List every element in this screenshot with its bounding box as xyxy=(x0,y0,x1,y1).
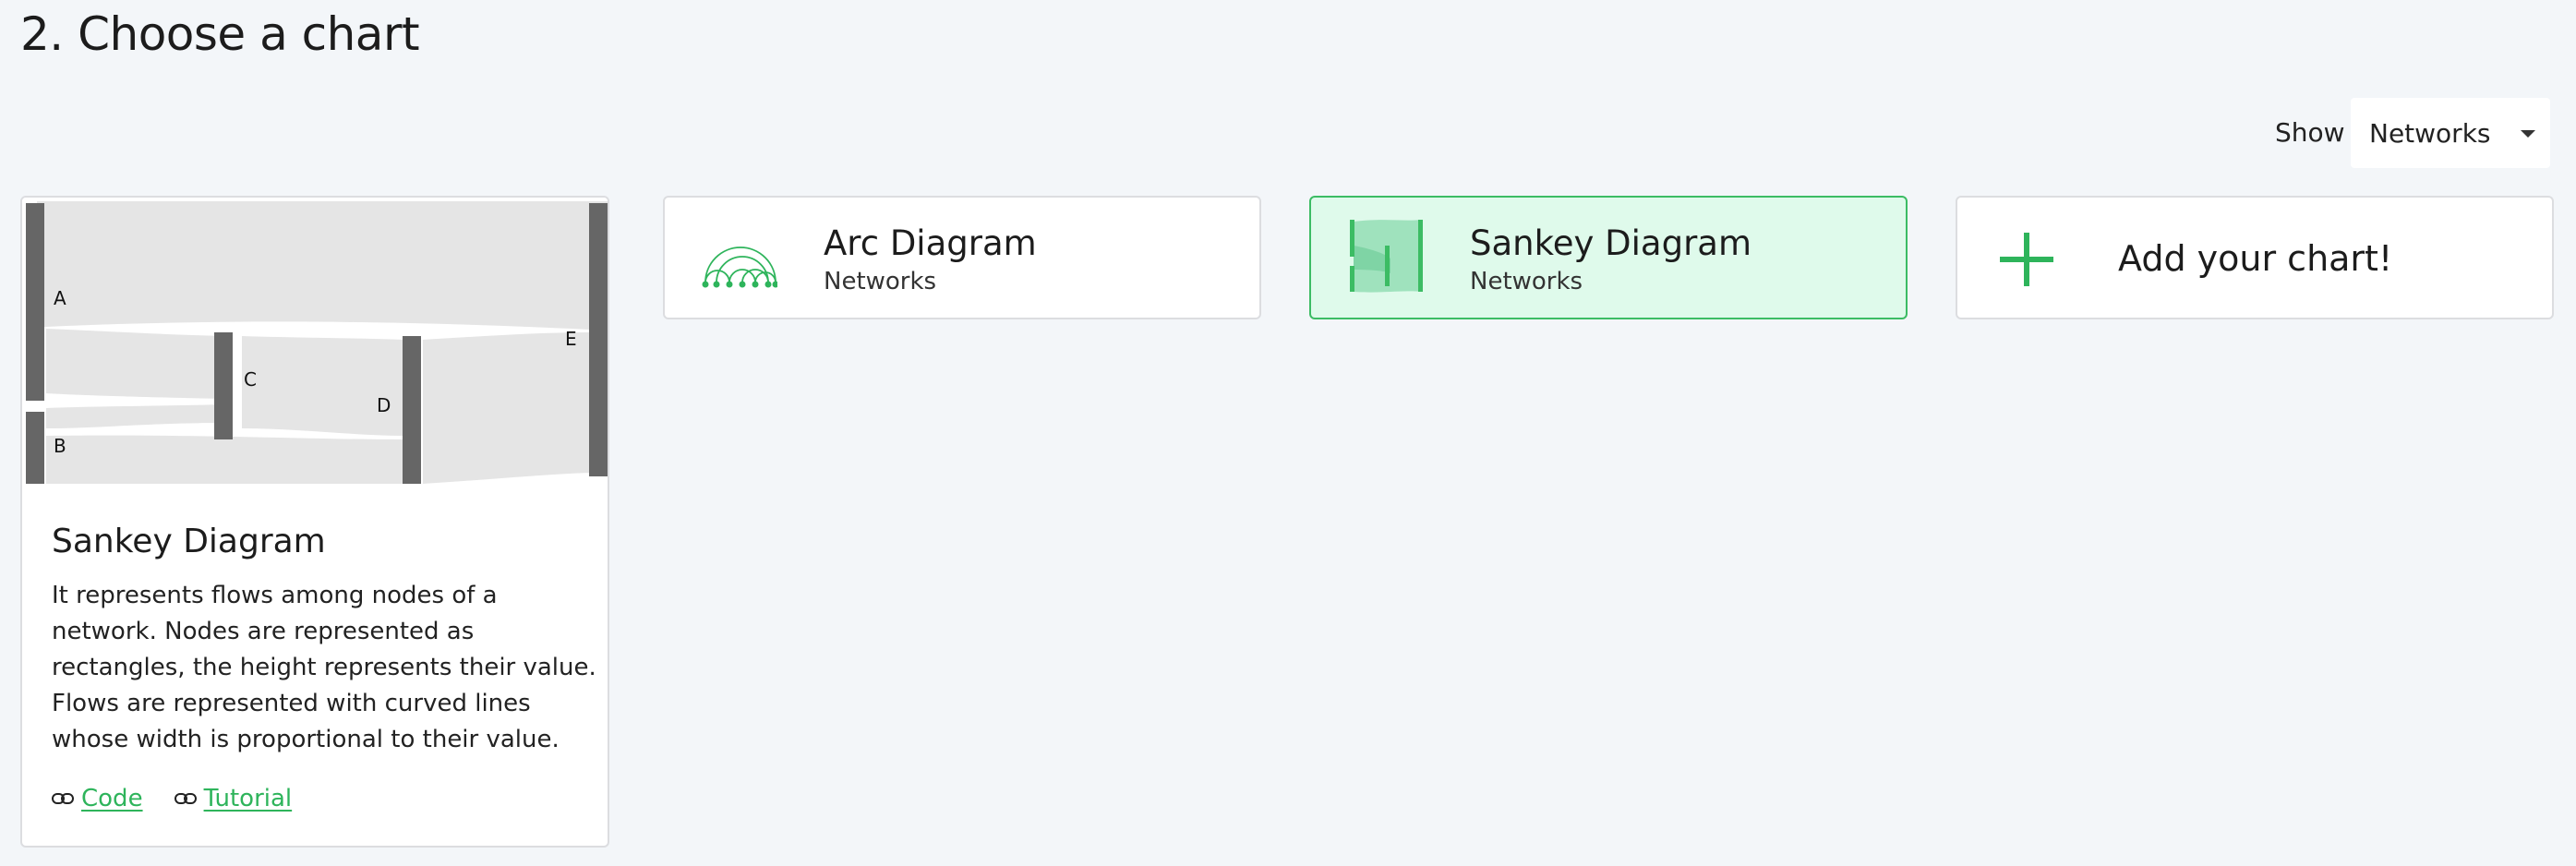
sankey-label-c: C xyxy=(244,368,257,391)
chart-card-category: Networks xyxy=(824,268,937,295)
chart-detail-description: It represents flows among nodes of a net… xyxy=(52,582,596,753)
chart-detail-title: Sankey Diagram xyxy=(52,523,326,560)
select-value: Networks xyxy=(2369,117,2491,149)
sankey-node-d xyxy=(403,336,421,484)
add-chart-label: Add your chart! xyxy=(2118,238,2393,279)
tutorial-link-label: Tutorial xyxy=(203,785,293,812)
sankey-label-e: E xyxy=(565,328,577,350)
tutorial-link[interactable]: Tutorial xyxy=(174,785,293,812)
link-icon xyxy=(174,793,197,804)
flow-b-d xyxy=(46,435,404,484)
flow-a-e xyxy=(37,201,608,331)
chart-card-name: Sankey Diagram xyxy=(1470,223,1751,263)
chart-card-sankey-diagram[interactable]: Sankey Diagram Networks xyxy=(1309,196,1908,319)
show-filter-label: Show xyxy=(2275,117,2345,148)
code-link[interactable]: Code xyxy=(52,785,143,812)
arc-diagram-icon xyxy=(702,247,777,288)
sankey-label-a: A xyxy=(54,287,66,309)
sankey-node-e xyxy=(589,203,608,476)
sankey-node-a xyxy=(26,203,44,401)
chart-detail-card: A B C D E Sankey Diagram It represents f… xyxy=(20,196,609,848)
sankey-label-b: B xyxy=(54,435,66,457)
sankey-label-d: D xyxy=(377,394,391,416)
page-title: 2. Choose a chart xyxy=(20,7,420,61)
code-link-label: Code xyxy=(81,785,143,812)
sankey-node-c xyxy=(214,332,233,439)
flow-a-c xyxy=(46,329,225,399)
plus-icon xyxy=(2000,233,2053,286)
chart-detail-links: Code Tutorial xyxy=(52,785,292,812)
add-chart-card[interactable]: Add your chart! xyxy=(1956,196,2554,319)
sankey-node-b xyxy=(26,412,44,484)
caret-down-icon xyxy=(2521,130,2535,138)
link-icon xyxy=(52,793,74,804)
chart-card-name: Arc Diagram xyxy=(824,223,1037,263)
sankey-diagram-icon xyxy=(1350,220,1423,293)
sankey-preview-image: A B C D E xyxy=(22,198,608,491)
flow-d-e xyxy=(423,332,591,484)
chart-category-select[interactable]: Networks xyxy=(2351,98,2550,168)
chart-card-category: Networks xyxy=(1470,268,1583,295)
flow-c-d xyxy=(242,336,404,436)
chart-card-arc-diagram[interactable]: Arc Diagram Networks xyxy=(663,196,1261,319)
